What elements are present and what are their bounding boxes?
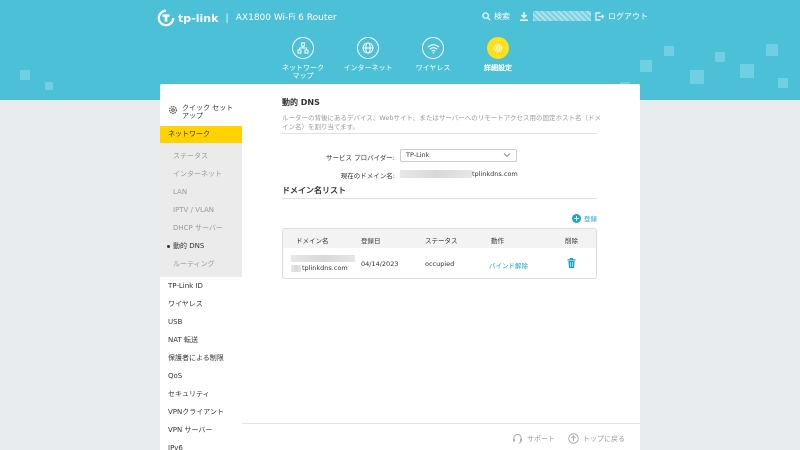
add-domain-button[interactable]: + 登録 [572, 213, 597, 223]
table-row: tplinkdns.com 04/14/2023 occupied バインド解除 [283, 248, 596, 278]
divider [282, 198, 597, 199]
tab-wireless[interactable]: ワイヤレス [408, 37, 458, 72]
tab-network-map-label: ネットワーク マップ [282, 64, 324, 80]
brand-separator: | [225, 12, 229, 24]
sidebar-item-wireless[interactable]: ワイヤレス [160, 295, 242, 313]
logout-icon [595, 12, 604, 21]
provider-select[interactable]: TP-Link [400, 149, 517, 162]
col-action: 動作 [491, 237, 504, 245]
submenu-item-routing[interactable]: ルーティング [160, 255, 242, 273]
col-delete: 削除 [565, 237, 578, 245]
decor-square [20, 70, 30, 80]
domain-table: ドメイン名 登録日 ステータス 動作 削除 tplinkdns.com 04/1… [282, 228, 597, 279]
sidebar-item-qos[interactable]: QoS [160, 367, 242, 385]
provider-value: TP-Link [406, 151, 430, 159]
account-menu[interactable] [520, 11, 591, 21]
domain-cell: tplinkdns.com [291, 264, 348, 272]
search-button[interactable]: 検索 [482, 11, 510, 22]
decor-square [766, 44, 778, 56]
domain-prefix-redacted [400, 170, 472, 178]
sidebar-item-vpn-client[interactable]: VPNクライアント [160, 403, 242, 421]
page-description: ルーターの背後にあるデバイス、Webサイト、またはサーバーへのリモートアクセス用… [282, 114, 601, 131]
current-domain-label: 現在のドメイン名: [340, 172, 395, 180]
decor-square [740, 64, 754, 78]
sidebar-item-ipv6[interactable]: IPv6 [160, 439, 242, 450]
decor-square [778, 78, 788, 88]
tab-wireless-label: ワイヤレス [415, 64, 451, 72]
tab-advanced-label: 詳細設定 [484, 64, 512, 72]
current-domain-suffix: tplinkdns.com [472, 170, 518, 178]
support-link[interactable]: サポート [512, 433, 555, 444]
sidebar-item-usb[interactable]: USB [160, 313, 242, 331]
gear-icon [487, 37, 509, 59]
network-map-icon [292, 37, 314, 59]
decor-square [664, 46, 674, 56]
network-submenu: ステータス インターネット LAN IPTV / VLAN DHCP サーバー … [160, 143, 242, 277]
submenu-item-internet[interactable]: インターネット [160, 165, 242, 183]
submenu-item-iptv-vlan[interactable]: IPTV / VLAN [160, 201, 242, 219]
col-registered-date: 登録日 [361, 237, 381, 245]
tab-internet[interactable]: インターネット [343, 37, 393, 72]
account-name-redacted [533, 11, 591, 21]
footer-bar: サポート トップに戻る [242, 423, 640, 450]
divider [282, 133, 597, 134]
sidebar-item-tp-link-id[interactable]: TP-Link ID [160, 277, 242, 295]
submenu-item-status[interactable]: ステータス [160, 147, 242, 165]
col-domain: ドメイン名 [296, 237, 329, 245]
plus-icon: + [572, 213, 581, 223]
add-domain-label: 登録 [584, 215, 597, 223]
back-to-top-label: トップに戻る [583, 434, 625, 443]
sidebar-item-parental-controls[interactable]: 保護者による制限 [160, 349, 242, 367]
sidebar-item-quick-setup[interactable]: クイック セット アップ [160, 84, 242, 126]
back-to-top-link[interactable]: トップに戻る [568, 433, 625, 444]
submenu-item-lan[interactable]: LAN [160, 183, 242, 201]
quick-setup-gear-icon [168, 105, 178, 115]
decor-square [715, 52, 725, 62]
sidebar-item-network[interactable]: ネットワーク [160, 126, 242, 143]
domain-list-title: ドメイン名リスト [282, 186, 346, 195]
decor-square [640, 60, 652, 72]
globe-icon [357, 37, 379, 59]
wifi-icon [422, 37, 444, 59]
domain-cell-value: tplinkdns.com [302, 264, 348, 272]
table-header: ドメイン名 登録日 ステータス 動作 削除 [283, 229, 596, 248]
quick-setup-label: クイック セット アップ [182, 104, 234, 120]
submenu-item-dynamic-dns[interactable]: 動的 DNS [160, 237, 242, 255]
main-panel: 動的 DNS ルーターの背後にあるデバイス、Webサイト、またはサーバーへのリモ… [242, 84, 640, 423]
unbind-link[interactable]: バインド解除 [489, 260, 528, 270]
logout-label: ログアウト [608, 12, 648, 21]
page-title: 動的 DNS [282, 98, 320, 107]
sidebar-item-nat-forwarding[interactable]: NAT 転送 [160, 331, 242, 349]
submenu-item-dhcp-server[interactable]: DHCP サーバー [160, 219, 242, 237]
search-label: 検索 [494, 12, 510, 21]
current-domain-value: tplinkdns.com [400, 170, 518, 178]
decor-square [690, 70, 704, 84]
domain-prefix-redacted [291, 255, 355, 262]
tab-advanced[interactable]: 詳細設定 [473, 37, 523, 72]
chevron-down-icon [503, 153, 511, 158]
sidebar-item-security[interactable]: セキュリティ [160, 385, 242, 403]
support-label: サポート [527, 434, 555, 443]
top-bar: tp-link | AX1800 Wi-Fi 6 Router 検索 ログアウト [0, 0, 800, 36]
decor-square [45, 82, 53, 90]
arrow-up-circle-icon [568, 433, 579, 444]
sidebar: クイック セット アップ ネットワーク ステータス インターネット LAN IP… [160, 84, 242, 450]
brand-name: tp-link [178, 11, 219, 25]
tab-network-map[interactable]: ネットワーク マップ [278, 37, 328, 80]
sidebar-item-vpn-server[interactable]: VPN サーバー [160, 421, 242, 439]
col-status: ステータス [425, 237, 458, 245]
brand-logo[interactable]: tp-link | AX1800 Wi-Fi 6 Router [157, 9, 337, 27]
trash-icon[interactable] [567, 258, 576, 268]
registered-date-cell: 04/14/2023 [361, 260, 399, 268]
status-cell: occupied [425, 260, 455, 268]
account-icon [520, 11, 528, 21]
tab-internet-label: インターネット [343, 64, 393, 72]
search-icon [482, 12, 491, 21]
model-name: AX1800 Wi-Fi 6 Router [235, 13, 337, 23]
logout-button[interactable]: ログアウト [595, 11, 648, 22]
tp-link-logo-icon [157, 9, 175, 27]
provider-label: サービス プロバイダー: [326, 154, 395, 162]
headset-icon [513, 433, 522, 444]
